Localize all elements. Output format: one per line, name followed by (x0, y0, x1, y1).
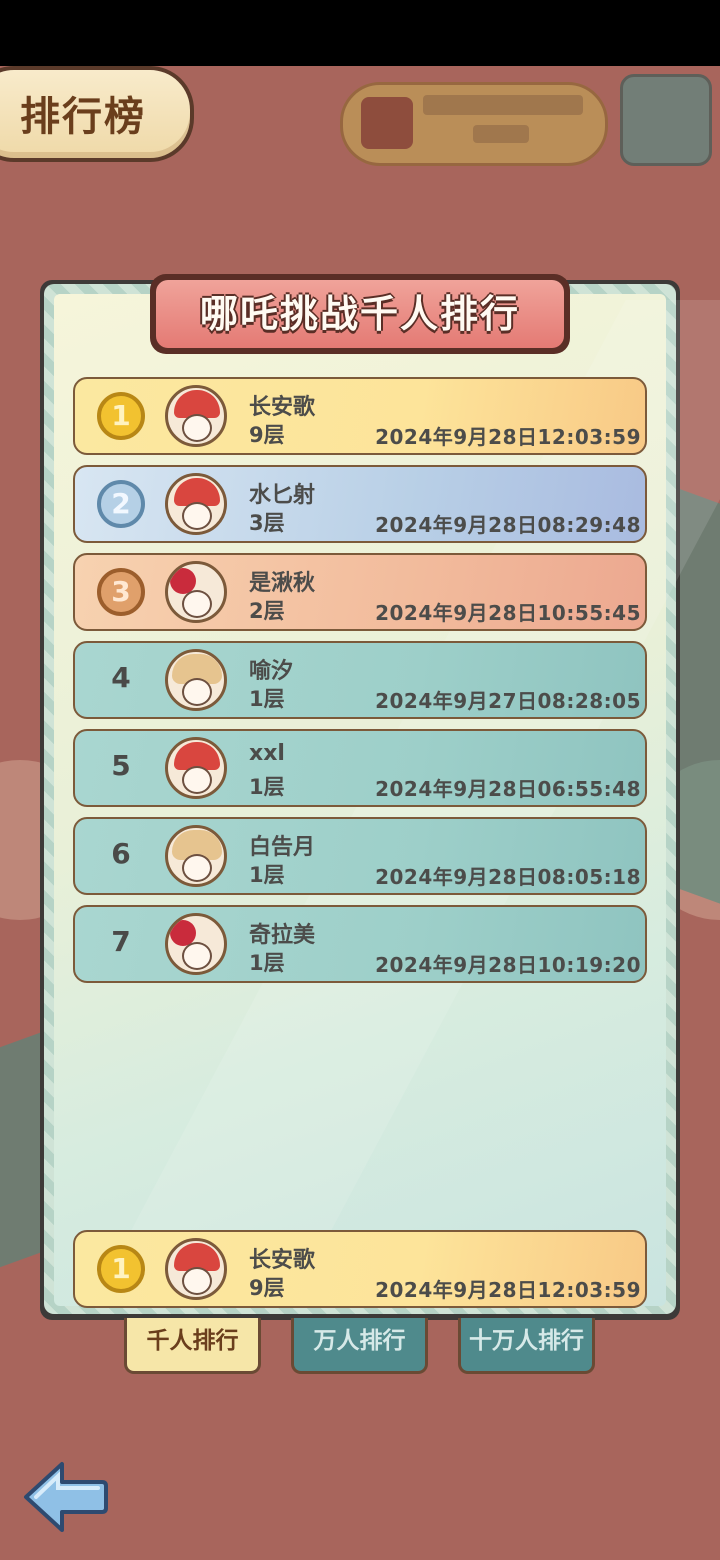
record-time: 2024年9月28日08:05:18 (375, 865, 641, 889)
avatar (165, 649, 227, 711)
ranking-row[interactable]: 3 是湫秋 2层 2024年9月28日10:55:45 (73, 553, 647, 631)
avatar (165, 737, 227, 799)
player-level: 1层 (249, 863, 285, 887)
record-time: 2024年9月28日10:55:45 (375, 601, 641, 625)
player-name: 长安歌 (249, 395, 316, 420)
record-time: 2024年9月28日10:19:20 (375, 953, 641, 977)
player-level: 9层 (249, 423, 285, 447)
record-time: 2024年9月28日08:29:48 (375, 513, 641, 537)
player-name: 奇拉美 (249, 923, 316, 948)
page-title: 排行榜 (20, 94, 146, 140)
player-name: 长安歌 (249, 1248, 316, 1273)
avatar (165, 1238, 227, 1300)
ranking-row[interactable]: 5 xxl 1层 2024年9月28日06:55:48 (73, 729, 647, 807)
back-arrow-icon (24, 1462, 108, 1532)
tab-thousand-ranking[interactable]: 千人排行 (124, 1318, 261, 1374)
player-level: 2层 (249, 599, 285, 623)
record-time: 2024年9月28日12:03:59 (375, 1278, 641, 1302)
ranking-row[interactable]: 4 喻汐 1层 2024年9月27日08:28:05 (73, 641, 647, 719)
reward-progress-placeholder (473, 125, 529, 143)
gold-medal-icon: 1 (97, 392, 145, 440)
ranking-row[interactable]: 2 水匕射 3层 2024年9月28日08:29:48 (73, 465, 647, 543)
rank-number: 6 (111, 837, 131, 870)
panel-title-banner: 哪吒挑战千人排行 (156, 280, 564, 348)
avatar (165, 913, 227, 975)
record-time: 2024年9月28日06:55:48 (375, 777, 641, 801)
rank-number: 4 (111, 661, 131, 694)
avatar (165, 561, 227, 623)
ranking-chart-icon[interactable] (620, 74, 712, 166)
ranking-row[interactable]: 7 奇拉美 1层 2024年9月28日10:19:20 (73, 905, 647, 983)
back-button[interactable] (22, 1458, 108, 1536)
my-ranking-row[interactable]: 1 长安歌 9层 2024年9月28日12:03:59 (73, 1230, 647, 1308)
background-decoration (0, 1032, 40, 1268)
player-level: 1层 (249, 951, 285, 975)
tab-hundred-thousand-ranking[interactable]: 十万人排行 (458, 1318, 595, 1374)
player-name: 喻汐 (249, 659, 294, 684)
record-time: 2024年9月28日12:03:59 (375, 425, 641, 449)
player-level: 1层 (249, 775, 285, 799)
ranking-row[interactable]: 6 白告月 1层 2024年9月28日08:05:18 (73, 817, 647, 895)
silver-medal-icon: 2 (97, 480, 145, 528)
player-name: 白告月 (249, 835, 316, 860)
reward-label-placeholder (423, 95, 583, 115)
status-bar (0, 0, 720, 66)
player-name: 水匕射 (249, 483, 316, 508)
player-level: 3层 (249, 511, 285, 535)
rank-number: 7 (111, 925, 131, 958)
player-name: xxl (249, 741, 285, 766)
page-title-tab: 排行榜 (0, 66, 194, 162)
bronze-medal-icon: 3 (97, 568, 145, 616)
tab-ten-thousand-ranking[interactable]: 万人排行 (291, 1318, 428, 1374)
gift-box-icon (361, 97, 413, 149)
player-level: 9层 (249, 1276, 285, 1300)
panel-title: 哪吒挑战千人排行 (199, 292, 520, 336)
player-name: 是湫秋 (249, 571, 316, 596)
player-level: 1层 (249, 687, 285, 711)
record-time: 2024年9月27日08:28:05 (375, 689, 641, 713)
rank-number: 5 (111, 749, 131, 782)
challenge-reward-pill[interactable] (340, 82, 608, 166)
avatar (165, 825, 227, 887)
avatar (165, 385, 227, 447)
gold-medal-icon: 1 (97, 1245, 145, 1293)
avatar (165, 473, 227, 535)
ranking-row[interactable]: 1 长安歌 9层 2024年9月28日12:03:59 (73, 377, 647, 455)
